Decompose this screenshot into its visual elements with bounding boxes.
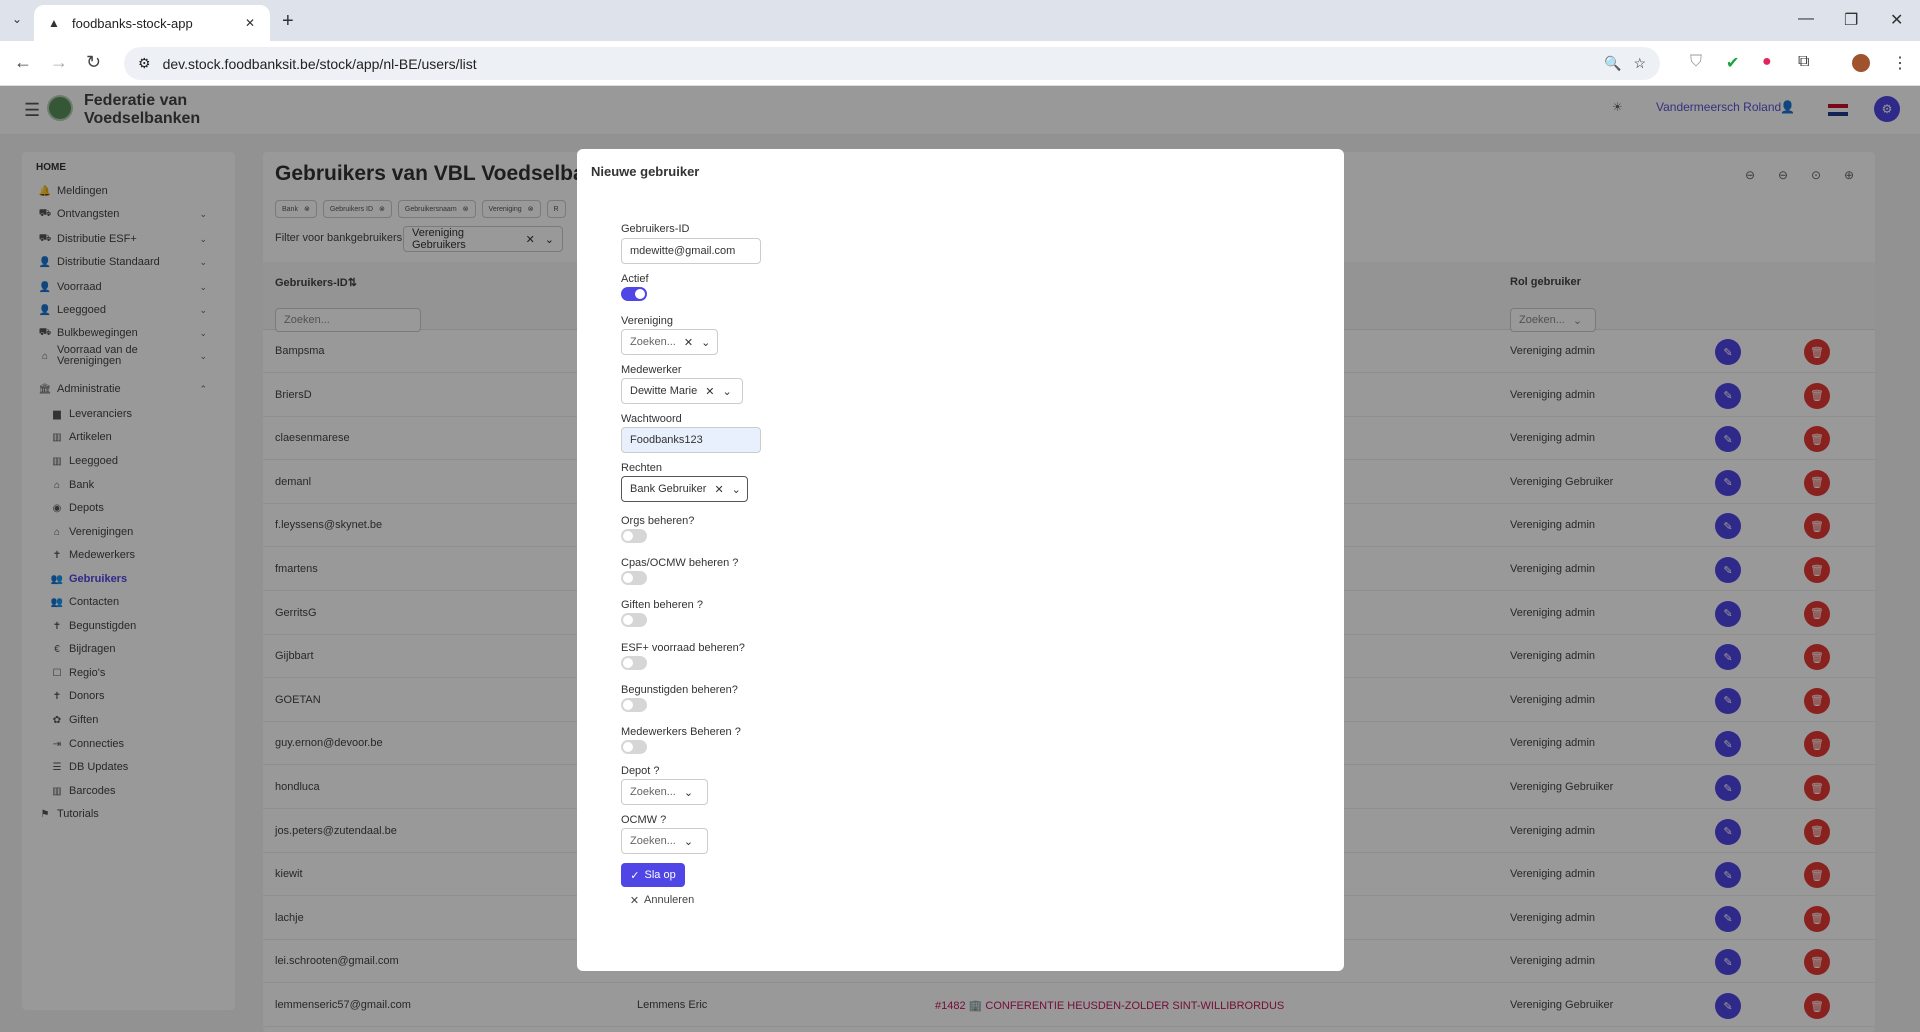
org-select[interactable]: Zoeken... ✕ ⌄	[621, 329, 718, 355]
clear-icon[interactable]: ✕	[705, 385, 714, 398]
permission-toggle[interactable]	[621, 529, 647, 543]
user-id-label: Gebruikers-ID	[621, 223, 690, 235]
permission-toggle[interactable]	[621, 571, 647, 586]
close-icon: ✕	[629, 894, 640, 907]
url-bar[interactable]: ⚙ dev.stock.foodbanksit.be/stock/app/nl-…	[124, 47, 1660, 80]
toggle-label: Medewerkers Beheren ?	[621, 726, 741, 738]
depot-label: Depot ?	[621, 765, 660, 777]
employee-label: Medewerker	[621, 364, 682, 376]
org-label: Vereniging	[621, 315, 673, 327]
toggle-label: Cpas/OCMW beheren ?	[621, 557, 739, 570]
toggle-label: Orgs beheren?	[621, 515, 695, 527]
site-info-icon[interactable]: ⚙	[138, 55, 151, 72]
url-text: dev.stock.foodbanksit.be/stock/app/nl-BE…	[162, 55, 477, 72]
chevron-down-icon[interactable]: ⌄	[701, 336, 710, 349]
new-user-dialog: Nieuwe gebruiker Gebruikers-ID mdewitte@…	[577, 149, 1344, 971]
new-tab-icon[interactable]: +	[282, 10, 294, 33]
toggle-label: Begunstigden beheren?	[621, 683, 738, 696]
close-tab-icon[interactable]: ✕	[242, 15, 258, 31]
profile-avatar[interactable]	[1852, 54, 1870, 72]
address-bar-row: ← → ↻ ⚙ dev.stock.foodbanksit.be/stock/a…	[0, 41, 1920, 86]
tab-title: foodbanks-stock-app	[72, 15, 193, 31]
browser-tab-bar: ⌄ ▲ foodbanks-stock-app ✕ + — ❐ ✕	[0, 0, 1920, 41]
zoom-icon[interactable]: 🔍	[1604, 55, 1621, 72]
chevron-down-icon[interactable]: ⌄	[684, 835, 693, 848]
restore-icon[interactable]: ❐	[1844, 10, 1858, 30]
permission-toggle[interactable]	[621, 740, 647, 754]
clear-icon[interactable]: ✕	[684, 336, 693, 349]
checkmark-extension-icon[interactable]: ✔	[1726, 53, 1739, 73]
depot-select[interactable]: Zoeken... ⌄	[621, 779, 708, 805]
toggle-label: Giften beheren ?	[621, 599, 703, 612]
active-label: Actief	[621, 273, 649, 285]
permission-toggle[interactable]	[621, 697, 647, 712]
chevron-down-icon[interactable]: ⌄	[722, 385, 731, 398]
employee-select[interactable]: Dewitte Marie ✕ ⌄	[621, 378, 743, 404]
forward-icon[interactable]: →	[50, 52, 68, 73]
cancel-button[interactable]: ✕ Annuleren	[621, 889, 703, 911]
check-icon: ✓	[630, 869, 640, 882]
dialog-title: Nieuwe gebruiker	[591, 164, 700, 179]
ocmw-label: OCMW ?	[621, 814, 667, 826]
chevron-down-icon[interactable]: ⌄	[732, 483, 741, 496]
browser-tab[interactable]: ▲ foodbanks-stock-app ✕	[34, 5, 270, 41]
password-input[interactable]: Foodbanks123	[621, 427, 761, 453]
password-label: Wachtwoord	[621, 413, 682, 425]
reload-icon[interactable]: ↻	[86, 52, 101, 73]
ocmw-select[interactable]: Zoeken... ⌄	[621, 828, 708, 854]
minimize-icon[interactable]: —	[1798, 10, 1814, 28]
puzzle-icon[interactable]: ⧉	[1798, 53, 1809, 71]
back-icon[interactable]: ←	[14, 52, 32, 73]
extension-icon[interactable]: ⛉	[1690, 53, 1702, 71]
clear-icon[interactable]: ✕	[714, 483, 723, 496]
permission-toggle[interactable]	[621, 655, 647, 670]
close-window-icon[interactable]: ✕	[1890, 10, 1903, 30]
tab-search-icon[interactable]: ⌄	[12, 12, 22, 26]
angular-logo-icon: ▲	[48, 16, 60, 30]
rights-label: Rechten	[621, 462, 662, 474]
save-button[interactable]: ✓ Sla op	[621, 863, 685, 887]
browser-menu-icon[interactable]: ⋮	[1892, 53, 1908, 73]
toggle-label: ESF+ voorraad beheren?	[621, 641, 745, 654]
rights-select[interactable]: Bank Gebruiker ✕ ⌄	[621, 476, 748, 502]
permission-toggle[interactable]	[621, 613, 647, 628]
user-id-input[interactable]: mdewitte@gmail.com	[621, 238, 761, 264]
record-extension-icon[interactable]: ●	[1762, 53, 1772, 71]
chevron-down-icon[interactable]: ⌄	[684, 786, 693, 799]
bookmark-star-icon[interactable]: ☆	[1633, 55, 1646, 72]
active-toggle[interactable]	[621, 287, 647, 301]
